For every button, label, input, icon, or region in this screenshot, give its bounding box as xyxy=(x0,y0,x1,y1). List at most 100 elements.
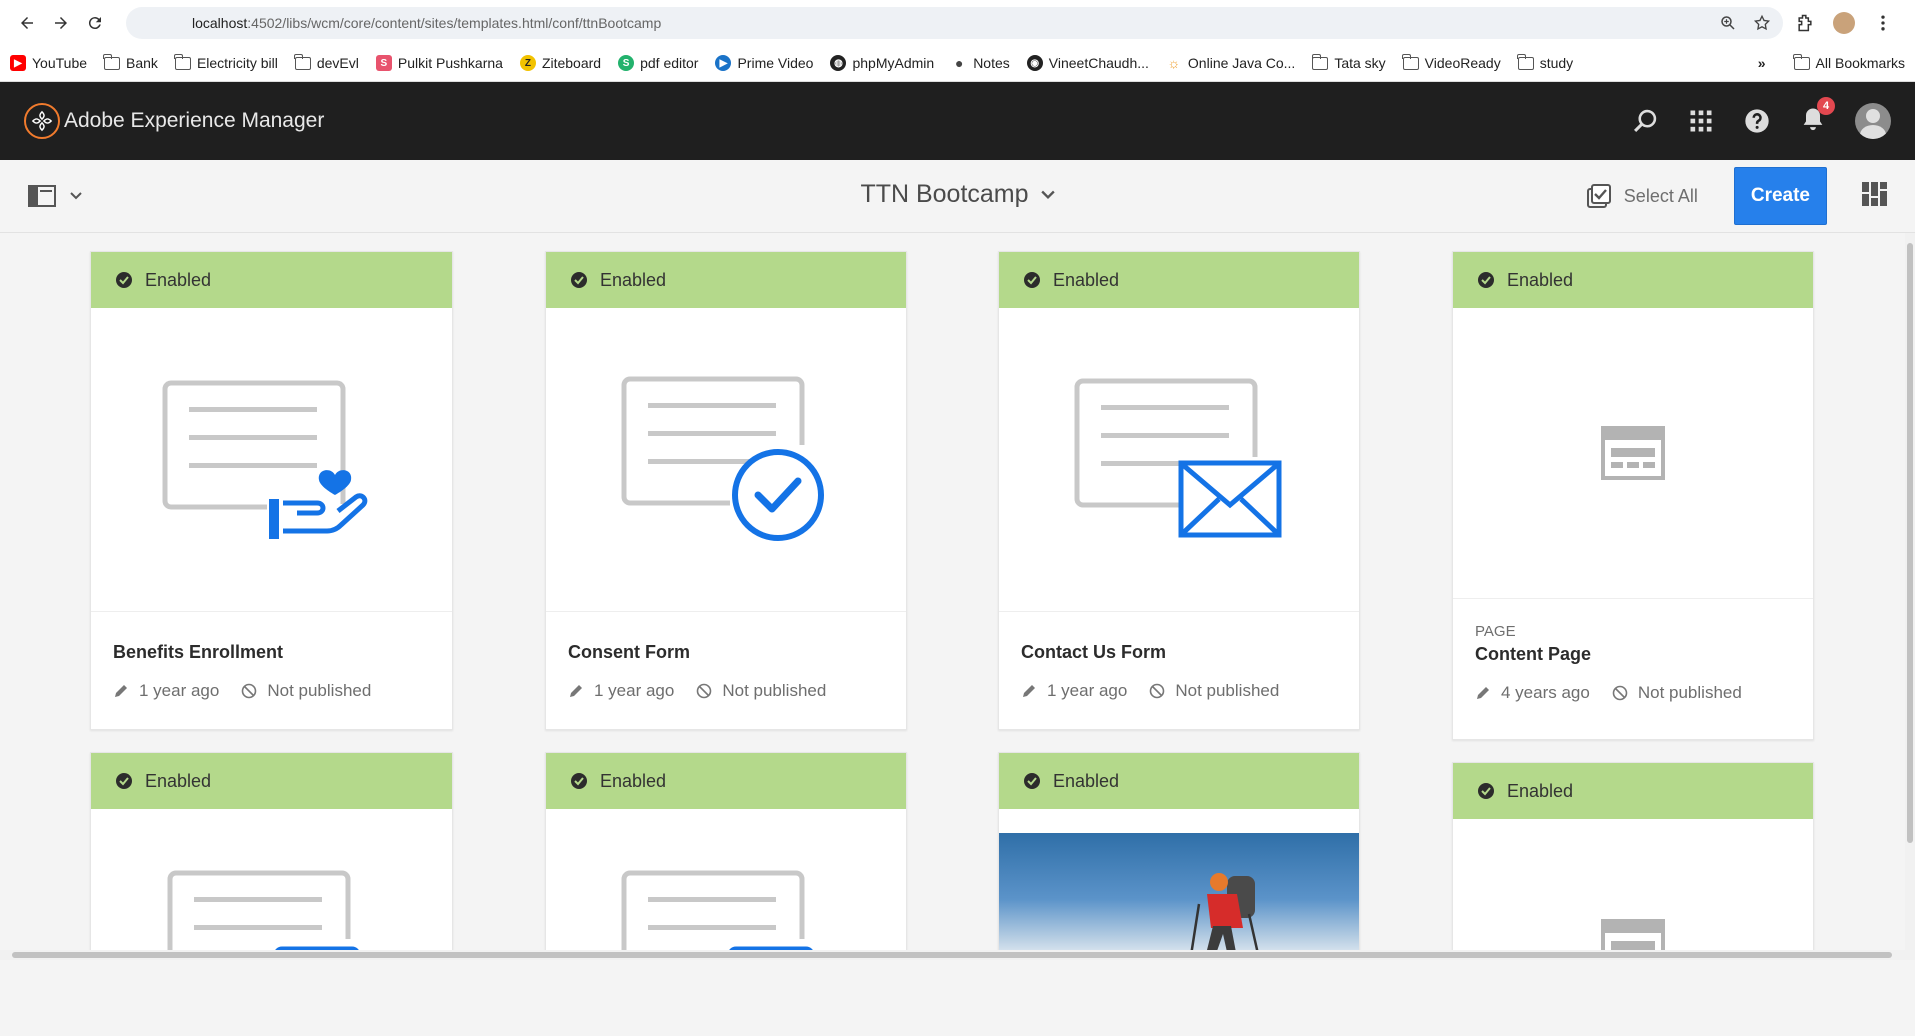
status-bar: Enabled xyxy=(546,252,906,308)
published-label: Not published xyxy=(1637,683,1742,702)
aem-logo-icon xyxy=(31,110,53,132)
horizontal-scrollbar[interactable] xyxy=(0,950,1915,960)
status-bar: Enabled xyxy=(91,252,452,308)
play-icon: ▶ xyxy=(715,55,732,71)
bookmark-github[interactable]: ◉ VineetChaudh... xyxy=(1026,55,1149,71)
template-card[interactable]: Enabled xyxy=(545,752,907,960)
bookmark-bank[interactable]: Bank xyxy=(103,53,158,71)
bookmark-label: Online Java Co... xyxy=(1187,55,1296,71)
modified-label: 1 year ago xyxy=(139,681,220,700)
user-avatar[interactable] xyxy=(1855,103,1891,139)
bookmark-tata-sky[interactable]: Tata sky xyxy=(1311,53,1386,71)
bookmark-label: Prime Video xyxy=(737,55,814,71)
notifications-button[interactable]: 4 xyxy=(1799,96,1835,138)
bookmark-ziteboard[interactable]: Z Ziteboard xyxy=(519,55,601,71)
folder-icon xyxy=(1311,53,1329,70)
url-host: localhost xyxy=(192,15,248,31)
bookmark-prime-video[interactable]: ▶ Prime Video xyxy=(715,55,813,71)
bookmark-label: VideoReady xyxy=(1424,55,1501,71)
action-bar-right: Select All Create xyxy=(1586,167,1887,225)
bookmark-label: YouTube xyxy=(32,55,88,71)
bookmark-online-java[interactable]: ☼ Online Java Co... xyxy=(1166,55,1296,71)
help-icon[interactable] xyxy=(1743,107,1771,135)
publish-status: Not published xyxy=(1149,681,1279,701)
bookmark-label: devEvl xyxy=(316,55,359,71)
status-label: Enabled xyxy=(1507,269,1574,290)
template-card[interactable]: Enabled xyxy=(998,752,1360,960)
folder-icon xyxy=(1792,53,1810,70)
template-card-content-page[interactable]: Enabled PAGE Content Page 4 years ago No… xyxy=(1452,251,1814,740)
vertical-scroll-thumb[interactable] xyxy=(1907,243,1913,843)
bookmark-label: Bank xyxy=(126,55,158,71)
extensions-icon[interactable] xyxy=(1795,13,1815,33)
aem-top-bar: Adobe Experience Manager 4 xyxy=(0,82,1915,160)
card-title[interactable]: Benefits Enrollment xyxy=(113,642,430,663)
template-card-benefits-enrollment[interactable]: Enabled Benefits Enrollment 1 year ago N… xyxy=(90,251,453,730)
menu-dots-icon[interactable] xyxy=(1873,13,1893,33)
globe-unpublished-icon xyxy=(1150,683,1165,699)
template-card[interactable]: Enabled xyxy=(90,752,453,960)
zoom-icon[interactable] xyxy=(1719,14,1737,32)
view-switcher-button[interactable] xyxy=(1861,181,1887,212)
notification-badge: 4 xyxy=(1817,96,1835,115)
bookmark-pdf-editor[interactable]: Spdf editor xyxy=(618,55,698,71)
bookmark-phpmyadmin[interactable]: ◍ phpMyAdmin xyxy=(830,55,934,71)
arrow-right-icon xyxy=(55,17,67,29)
page-title-text[interactable]: TTN Bootcamp xyxy=(860,180,1028,208)
url-path: :4502/libs/wcm/core/content/sites/templa… xyxy=(247,15,662,31)
forward-button[interactable] xyxy=(44,6,78,40)
create-button[interactable]: Create xyxy=(1733,167,1827,225)
bookmark-devevl[interactable]: devEvl xyxy=(294,53,359,71)
bookmark-electricity[interactable]: Electricity bill xyxy=(174,53,278,71)
card-title[interactable]: Contact Us Form xyxy=(1021,642,1337,663)
title-chevron-down-icon[interactable] xyxy=(1040,188,1055,202)
globe-icon: ◍ xyxy=(830,55,847,71)
brand-name[interactable]: Adobe Experience Manager xyxy=(64,109,324,133)
horizontal-scroll-thumb[interactable] xyxy=(12,952,1892,958)
bookmark-pulkit[interactable]: S Pulkit Pushkarna xyxy=(375,55,503,71)
address-bar[interactable]: localhost:4502/libs/wcm/core/content/sit… xyxy=(126,7,1783,39)
reload-button[interactable] xyxy=(78,6,112,40)
bookmark-youtube[interactable]: ▶ YouTube xyxy=(10,55,87,71)
publish-status: Not published xyxy=(241,681,371,701)
all-bookmarks[interactable]: All Bookmarks xyxy=(1792,53,1905,71)
template-card-contact-us-form[interactable]: Enabled Contact Us Form 1 year ago Not p… xyxy=(998,251,1360,730)
rail-toggle[interactable] xyxy=(28,185,82,207)
bookmark-label: Pulkit Pushkarna xyxy=(397,55,503,71)
card-thumbnail xyxy=(1453,308,1813,599)
check-circle-icon xyxy=(1024,773,1040,789)
card-meta: 4 years ago Not published xyxy=(1475,683,1791,703)
card-thumbnail xyxy=(91,809,452,960)
bookmarks-overflow-button[interactable]: » xyxy=(1758,55,1766,71)
card-title[interactable]: Content Page xyxy=(1475,644,1791,665)
folder-icon xyxy=(1402,53,1419,70)
bookmark-label: pdf editor xyxy=(640,55,699,71)
status-label: Enabled xyxy=(600,770,667,791)
vertical-scrollbar[interactable] xyxy=(1905,233,1915,960)
bookmark-notes[interactable]: ● Notes xyxy=(951,55,1010,71)
star-icon[interactable] xyxy=(1753,14,1771,32)
youtube-icon: ▶ xyxy=(10,55,26,71)
profile-avatar[interactable] xyxy=(1833,12,1855,34)
card-thumbnail xyxy=(999,308,1359,612)
template-card[interactable]: Enabled xyxy=(1452,762,1814,960)
folder-icon xyxy=(294,53,311,70)
page-template-icon xyxy=(1601,426,1665,480)
bookmark-videoready[interactable]: VideoReady xyxy=(1402,53,1501,71)
pencil-icon xyxy=(1023,685,1035,697)
card-thumbnail xyxy=(546,809,906,960)
card-view-icon xyxy=(1862,181,1887,206)
site-info-icon[interactable] xyxy=(138,14,182,32)
apps-grid-icon[interactable] xyxy=(1687,107,1715,135)
search-icon[interactable] xyxy=(1631,107,1659,135)
aem-logo[interactable] xyxy=(24,103,60,139)
status-label: Enabled xyxy=(1507,780,1574,801)
template-card-consent-form[interactable]: Enabled Consent Form 1 year ago Not publ… xyxy=(545,251,907,730)
card-title[interactable]: Consent Form xyxy=(568,642,884,663)
modified-label: 1 year ago xyxy=(594,681,675,700)
action-bar: TTN Bootcamp Select All Create xyxy=(0,160,1915,233)
bookmark-label: Tata sky xyxy=(1334,55,1386,71)
bookmark-study[interactable]: study xyxy=(1517,53,1573,71)
select-all-button[interactable]: Select All xyxy=(1586,183,1698,209)
back-button[interactable] xyxy=(10,6,44,40)
